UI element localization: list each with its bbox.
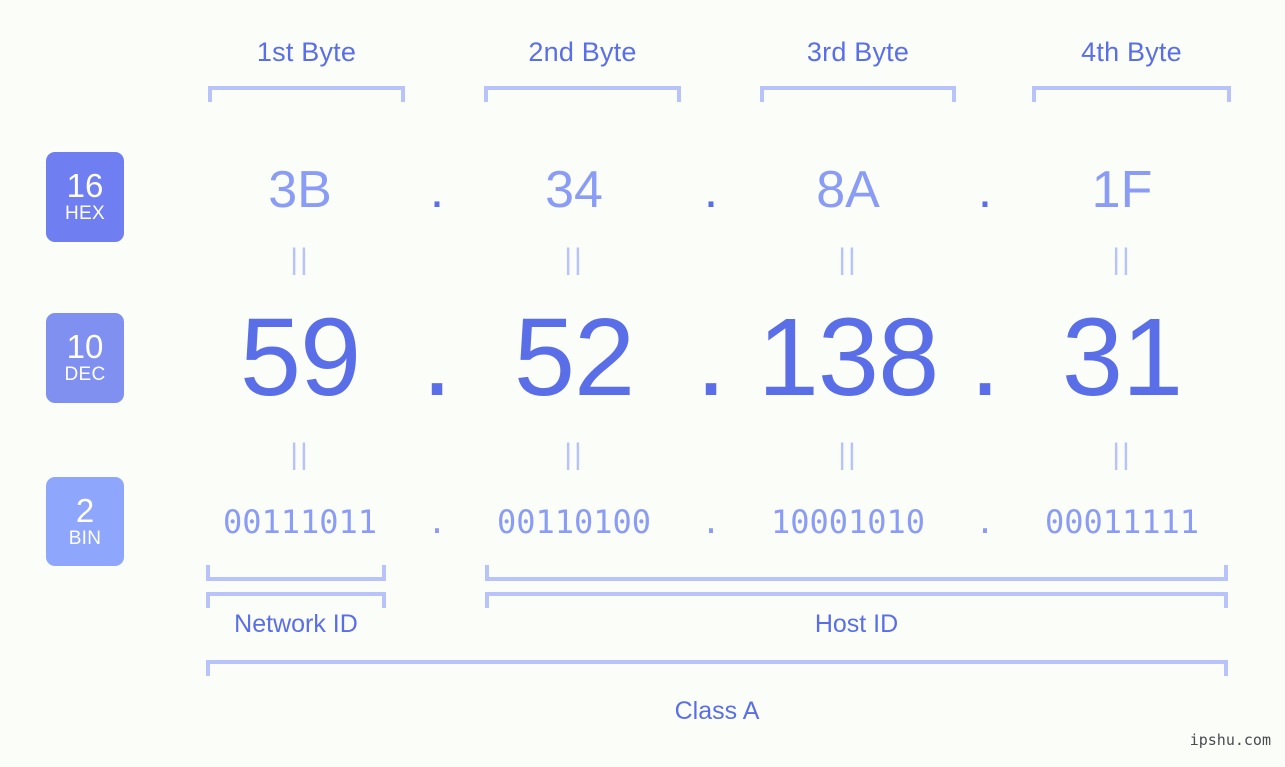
equals-mark-2-icon: || [564, 243, 584, 276]
equals-mark-8-icon: || [1112, 438, 1132, 471]
base-badge-dec-name: DEC [64, 364, 106, 385]
equals-mark-7-icon: || [838, 438, 858, 471]
hex-value-row: 3B . 34 . 8A . 1F [150, 150, 1260, 230]
network-id-bracket-top-icon [206, 565, 386, 581]
dec-separator-1: . [421, 296, 453, 419]
base-badge-bin-name: BIN [68, 527, 102, 549]
equals-mark-6-icon: || [564, 438, 584, 471]
bin-byte-2: 00110100 [496, 503, 652, 541]
bin-separator-2: . [701, 503, 721, 541]
base-badge-hex: 16 HEX [46, 152, 124, 242]
host-id-bracket-bottom-icon [485, 592, 1228, 608]
ip-breakdown-diagram: 1st Byte 2nd Byte 3rd Byte 4th Byte 16 H… [0, 0, 1285, 767]
base-badge-hex-radix: 16 [66, 167, 104, 204]
equals-mark-5-icon: || [290, 438, 310, 471]
byte-header-4: 4th Byte [1081, 37, 1182, 67]
hex-byte-1: 3B [268, 161, 332, 219]
base-badge-dec: 10 DEC [46, 313, 124, 403]
host-id-bracket-top-icon [485, 565, 1228, 581]
bin-byte-3: 10001010 [770, 503, 926, 541]
bin-byte-1: 00111011 [222, 503, 378, 541]
binary-value-row: 00111011 . 00110100 . 10001010 . 0001111… [150, 492, 1260, 552]
dec-byte-4: 31 [1061, 296, 1183, 419]
bin-separator-1: . [427, 503, 447, 541]
dec-byte-1: 59 [239, 296, 361, 419]
network-id-label: Network ID [234, 610, 358, 638]
equals-row-hex-dec: || || || || [150, 245, 1260, 275]
bin-separator-3: . [975, 503, 995, 541]
dec-byte-3: 138 [757, 296, 940, 419]
byte-header-1: 1st Byte [256, 37, 357, 67]
base-badge-hex-name: HEX [65, 203, 105, 224]
base-badge-dec-radix: 10 [66, 328, 104, 365]
equals-mark-4-icon: || [1112, 243, 1132, 276]
base-badge-bin-radix: 2 [75, 491, 95, 529]
dec-separator-2: . [695, 296, 727, 419]
byte-bracket-2-icon [484, 86, 681, 102]
watermark: ipshu.com [1189, 731, 1271, 749]
byte-bracket-4-icon [1032, 86, 1231, 102]
host-id-label: Host ID [814, 610, 899, 638]
byte-bracket-3-icon [760, 86, 956, 102]
dec-separator-3: . [969, 296, 1001, 419]
decimal-value-row: 59 . 52 . 138 . 31 [150, 290, 1260, 426]
hex-byte-3: 8A [816, 161, 880, 219]
address-class-label: Class A [674, 697, 760, 725]
bin-byte-4: 00011111 [1044, 503, 1200, 541]
hex-byte-2: 34 [545, 161, 603, 219]
byte-header-2: 2nd Byte [528, 37, 637, 67]
class-bracket-icon [206, 660, 1228, 676]
hex-byte-4: 1F [1091, 161, 1153, 219]
base-badge-bin: 2 BIN [46, 477, 124, 566]
byte-bracket-1-icon [208, 86, 405, 102]
hex-separator-3: . [977, 161, 993, 219]
network-id-bracket-bottom-icon [206, 592, 386, 608]
equals-mark-1-icon: || [290, 243, 310, 276]
hex-separator-2: . [703, 161, 719, 219]
dec-byte-2: 52 [513, 296, 635, 419]
byte-header-3: 3rd Byte [806, 37, 910, 67]
hex-separator-1: . [429, 161, 445, 219]
equals-row-dec-bin: || || || || [150, 440, 1260, 470]
equals-mark-3-icon: || [838, 243, 858, 276]
